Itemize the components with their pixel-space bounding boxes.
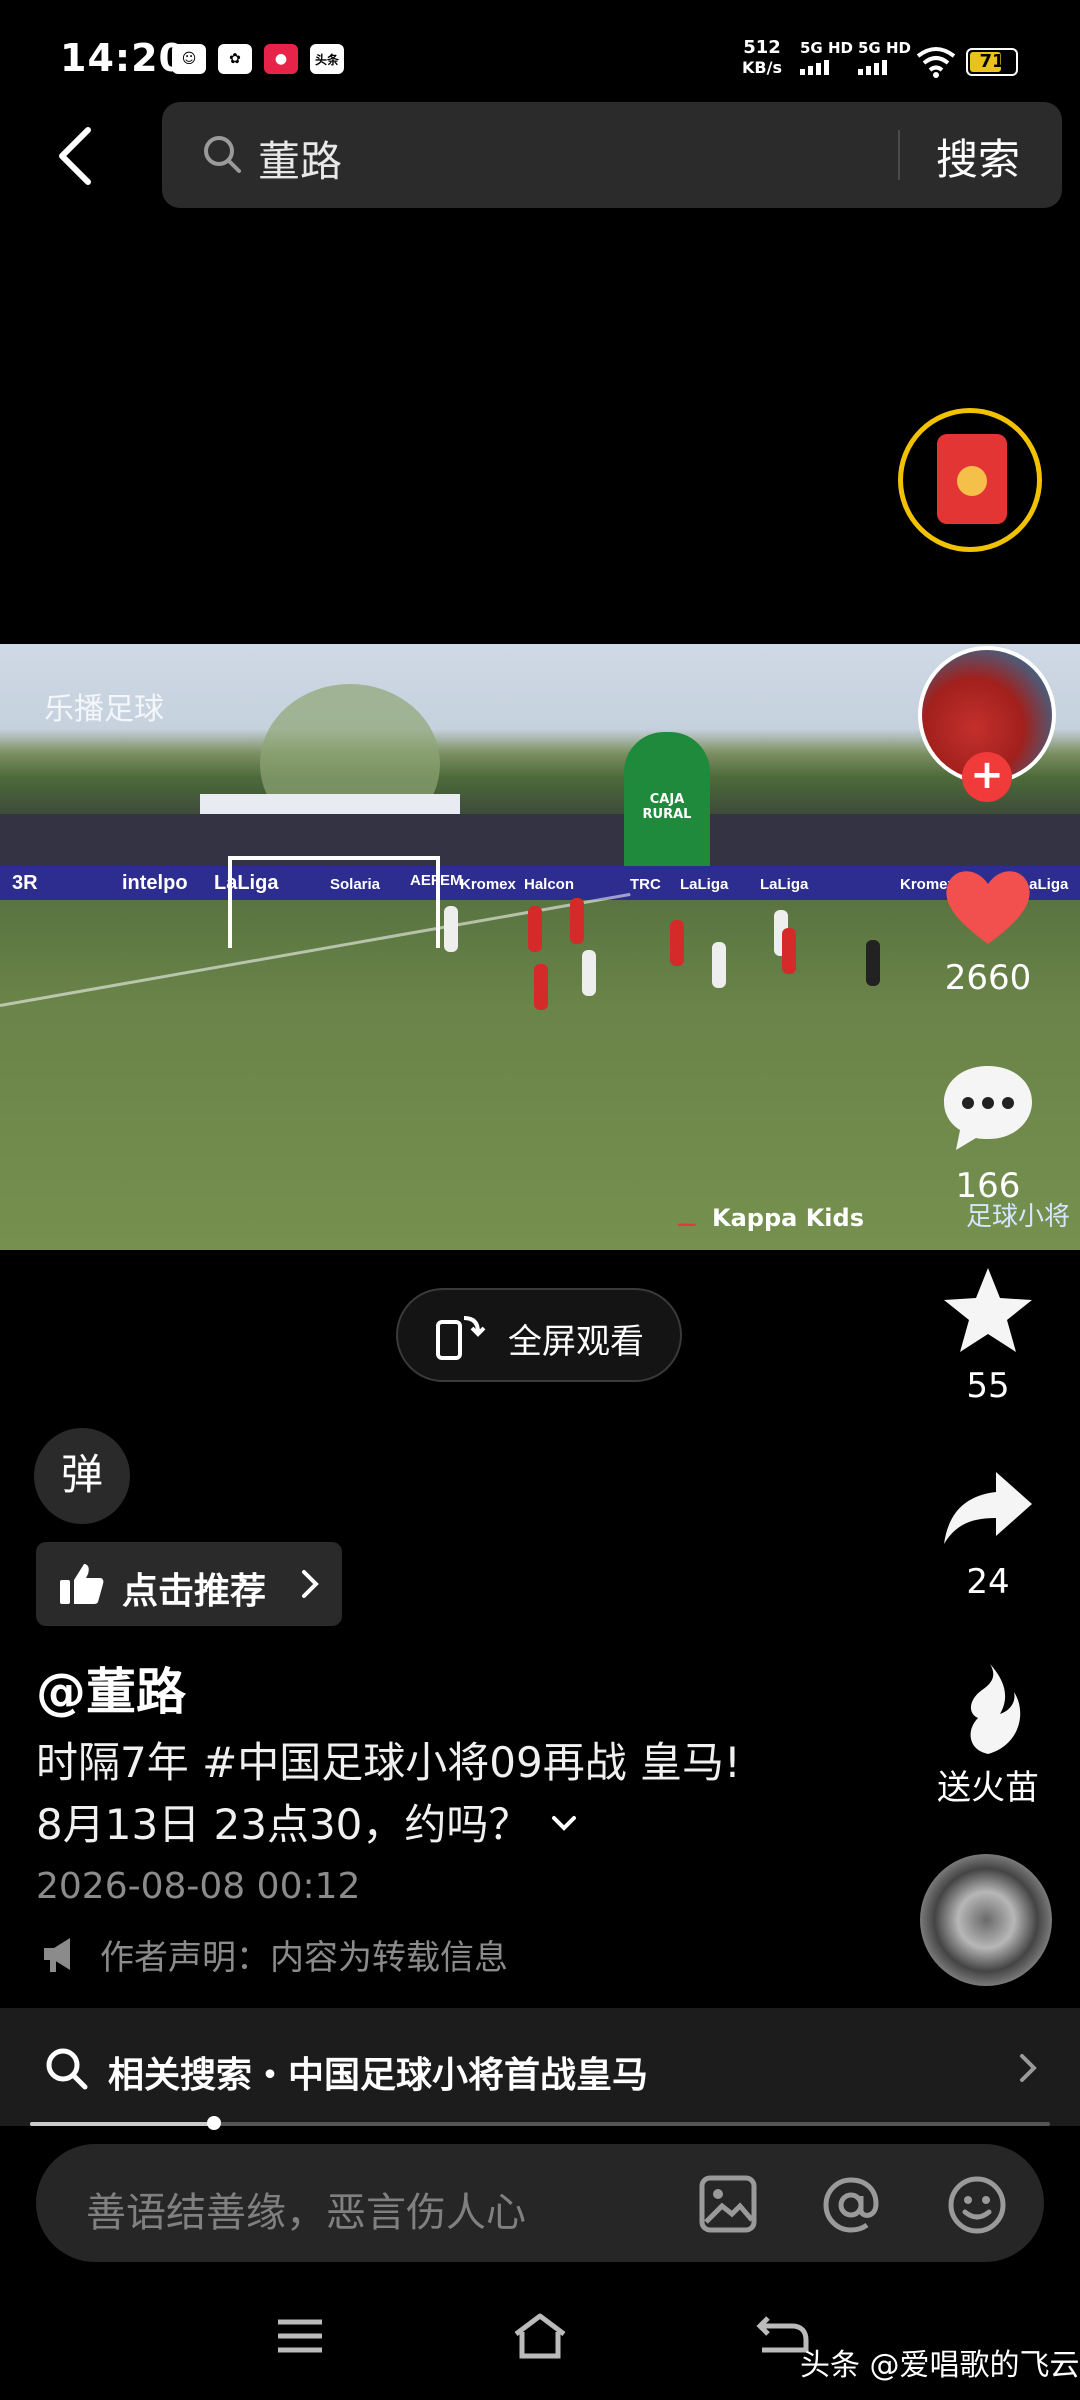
favorite-icon[interactable] [938,1262,1038,1362]
expand-chevron-icon[interactable] [544,1810,584,1840]
like-count: 2660 [944,958,1032,998]
fullscreen-button[interactable]: 全屏观看 [396,1288,682,1382]
search-button[interactable]: 搜索 [936,126,1020,187]
video-player[interactable]: CAJA RURAL 3R intelpo LaLiga Solaria AEF… [0,644,1080,1250]
mention-icon[interactable] [820,2174,882,2236]
player [670,920,684,966]
player [712,942,726,988]
baidu-icon: ✿ [218,44,252,74]
video-watermark: 乐播足球 [44,692,164,727]
sponsor-text: Kappa Kids [712,1204,864,1232]
recommend-button[interactable]: 点击推荐 [36,1542,342,1626]
emoji-icon[interactable] [946,2174,1008,2236]
favorite-count: 55 [966,1366,1010,1406]
kappa-logo: ⚊ [676,1204,698,1232]
search-icon [204,136,241,173]
description-line-1: 时隔7年 #中国足球小将09再战 皇马! [36,1738,741,1787]
back-button[interactable] [52,124,100,188]
search-divider [898,130,900,180]
player [534,964,548,1010]
video-progress-fill [30,2122,214,2126]
recommend-label: 点击推荐 [122,1571,267,1612]
post-date: 2026-08-08 00:12 [36,1866,361,1907]
player [570,898,584,944]
toutiao-watermark: 头条 @爱唱歌的飞云 [800,2348,1080,2383]
share-icon[interactable] [938,1460,1038,1560]
referee [866,940,880,986]
player [782,928,796,974]
sim1-signal: 5G HD [800,40,853,75]
ad-text: LaLiga [680,876,729,893]
home-nav-icon[interactable] [510,2310,570,2362]
share-count: 24 [966,1562,1010,1602]
status-app-icons: ☺ ✿ ● 头条 [172,44,344,74]
video-app-icon: ● [264,44,298,74]
battery-level: 71 [979,51,1005,72]
comment-input-bar[interactable]: 善语结善缘，恶言伤人心 [36,2144,1044,2262]
description-line-2: 8月13日 23点30，约吗？ [36,1794,876,1856]
comment-input[interactable]: 善语结善缘，恶言伤人心 [86,2180,526,2238]
ad-text: 3R [12,872,38,894]
chevron-right-icon [1020,2054,1037,2082]
player [528,906,542,952]
author-declaration: 作者声明：内容为转载信息 [100,1938,508,1978]
net-speed: 512 KB/s [742,37,782,78]
related-search-text: 相关搜索・中国足球小将首战皇马 [108,2055,649,2096]
ad-text: LaLiga [760,876,809,893]
video-progress-knob[interactable] [206,2116,221,2130]
wifi-icon [916,47,956,78]
player [582,950,596,996]
inflatable-tower: CAJA RURAL [624,732,710,872]
megaphone-icon [44,1938,70,1972]
author-name[interactable]: @董路 [36,1652,186,1724]
toutiao-icon: 头条 [310,44,344,74]
thumbs-up-icon [60,1564,104,1604]
image-icon[interactable] [698,2174,758,2234]
related-search-bar[interactable]: 相关搜索・中国足球小将首战皇马 [0,2008,1080,2126]
comment-count: 166 [955,1166,1021,1206]
search-input[interactable]: 董路 [258,128,342,189]
follow-button[interactable]: + [962,752,1012,802]
stands [0,814,1080,870]
search-icon [46,2048,88,2090]
red-packet-seal [957,466,987,496]
sim2-signal: 5G HD [858,40,911,75]
fire-label: 送火苗 [937,1768,1039,1808]
ad-text: intelpo [122,872,188,894]
danmaku-button[interactable]: 弹 [34,1428,130,1524]
search-bar[interactable]: 董路 搜索 [162,102,1062,208]
fire-icon[interactable] [938,1660,1038,1760]
music-disc[interactable] [920,1854,1052,1986]
battery-icon: 71 [966,48,1018,76]
ad-text: Kromex [460,876,516,893]
post-description: 时隔7年 #中国足球小将09再战 皇马! 8月13日 23点30，约吗？ [36,1732,876,1856]
rotate-screen-icon [436,1316,486,1360]
ad-text: TRC [630,876,661,893]
app-notification-icon: ☺ [172,44,206,74]
status-time: 14:20 [60,36,186,80]
fullscreen-label: 全屏观看 [508,1322,644,1362]
ad-text: Halcon [524,876,575,893]
comment-icon[interactable] [938,1058,1038,1158]
like-icon[interactable] [938,856,1038,956]
chevron-right-icon [302,1570,319,1598]
player [444,906,458,952]
menu-nav-icon[interactable] [274,2310,326,2362]
